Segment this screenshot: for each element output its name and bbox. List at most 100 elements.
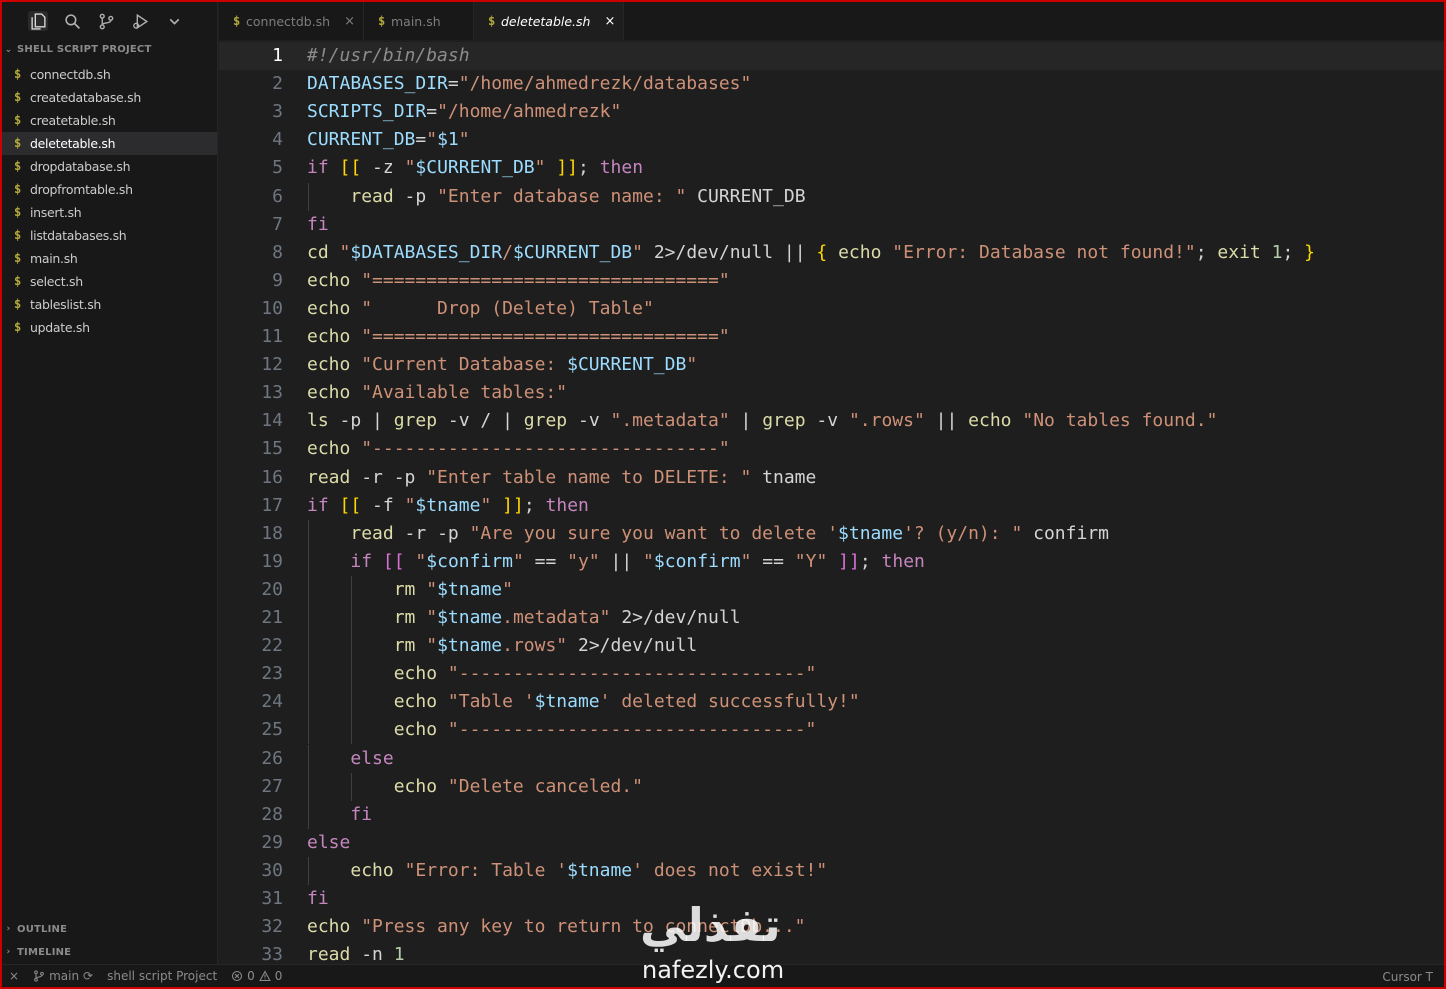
- code-token: "--------------------------------": [447, 719, 817, 741]
- code-token: -v / |: [437, 410, 524, 432]
- code-text: else: [307, 745, 393, 773]
- run-debug-icon[interactable]: [130, 11, 150, 31]
- code-text: echo "================================": [307, 267, 730, 295]
- code-token: -z: [361, 157, 405, 179]
- code-text: rm "$tname.rows" 2>/dev/null: [307, 632, 697, 660]
- tab-deletetable[interactable]: $ deletetable.sh ×: [474, 2, 624, 40]
- code-line: 25 echo "-------------------------------…: [219, 716, 1444, 745]
- code-token: "/home/ahmedrezk": [437, 101, 622, 123]
- code-token: ' deleted successfully!": [599, 691, 860, 713]
- code-token: ": [415, 550, 427, 572]
- chevron-down-icon: ⌄: [4, 45, 13, 55]
- file-item[interactable]: $ dropfromtable.sh: [2, 178, 217, 201]
- code-text: cd "$DATABASES_DIR/$CURRENT_DB" 2>/dev/n…: [307, 239, 1315, 267]
- code-token: echo: [307, 326, 351, 347]
- code-token: ".metadata": [610, 410, 730, 432]
- shell-file-icon: $: [488, 14, 496, 28]
- problems-indicator[interactable]: 0 0: [224, 969, 289, 983]
- shell-file-icon: $: [14, 67, 21, 81]
- file-item[interactable]: $ createdatabase.sh: [2, 86, 217, 109]
- code-token: tname: [751, 466, 817, 488]
- explorer-icon[interactable]: [28, 11, 48, 31]
- outline-section-header[interactable]: › OUTLINE: [2, 918, 217, 941]
- code-token: -r -p: [350, 466, 427, 488]
- code-text: SCRIPTS_DIR="/home/ahmedrezk": [307, 98, 621, 126]
- shell-file-icon: $: [14, 159, 21, 173]
- code-token: |: [729, 410, 763, 432]
- branch-indicator[interactable]: main ⟳: [26, 969, 100, 983]
- remote-indicator[interactable]: ×: [2, 969, 26, 983]
- code-token: $tname: [437, 578, 503, 600]
- code-line: 3 SCRIPTS_DIR="/home/ahmedrezk": [219, 98, 1444, 126]
- cursor-indicator[interactable]: Cursor T: [1375, 965, 1440, 987]
- file-item[interactable]: $ deletetable.sh: [2, 132, 217, 155]
- code-token: ": [643, 550, 654, 572]
- project-indicator[interactable]: shell script Project: [100, 969, 224, 983]
- file-item[interactable]: $ dropdatabase.sh: [2, 155, 217, 178]
- file-item[interactable]: $ main.sh: [2, 247, 217, 270]
- code-text: else: [307, 829, 350, 857]
- code-token: grep: [523, 410, 568, 432]
- close-icon[interactable]: ×: [604, 14, 615, 29]
- code-token: fi: [350, 803, 373, 825]
- code-token: echo: [838, 241, 882, 263]
- chevron-down-icon[interactable]: [164, 11, 184, 31]
- file-name: deletetable.sh: [30, 136, 116, 151]
- code-line: 11 echo "================================…: [219, 323, 1444, 351]
- line-number: 26: [261, 747, 283, 769]
- line-number: 21: [261, 607, 283, 628]
- code-token: ||: [599, 550, 644, 572]
- code-token: ": [512, 550, 524, 572]
- code-text: ls -p | grep -v / | grep -v ".metadata" …: [307, 407, 1217, 435]
- line-number: 30: [261, 859, 283, 881]
- code-text: echo "Table '$tname' deleted successfull…: [307, 688, 860, 716]
- code-token: ": [502, 578, 513, 600]
- code-editor[interactable]: 1 #!/usr/bin/bash 2 DATABASES_DIR="/home/ah…: [219, 40, 1444, 964]
- code-text: read -r -p "Are you sure you want to del…: [307, 520, 1109, 548]
- file-item[interactable]: $ listdatabases.sh: [2, 224, 217, 247]
- close-icon[interactable]: ×: [344, 14, 355, 29]
- shell-file-icon: $: [14, 90, 21, 104]
- file-list: $ connectdb.sh $ createdatabase.sh $ createta…: [2, 63, 217, 339]
- tab-main[interactable]: $ main.sh: [364, 2, 474, 40]
- tab-connectdb[interactable]: $ connectdb.sh ×: [219, 2, 364, 40]
- code-token: ": [534, 157, 546, 179]
- file-item[interactable]: $ insert.sh: [2, 201, 217, 224]
- file-item[interactable]: $ connectdb.sh: [2, 63, 217, 86]
- sidebar: ⌄ SHELL SCRIPT PROJECT $ connectdb.sh $ cre…: [2, 2, 218, 964]
- code-token: -v: [805, 410, 849, 432]
- file-item[interactable]: $ update.sh: [2, 316, 217, 339]
- code-line: 28 fi: [219, 800, 1444, 829]
- sync-icon: ⟳: [83, 969, 94, 983]
- file-item[interactable]: $ createtable.sh: [2, 109, 217, 132]
- explorer-section-header[interactable]: ⌄ SHELL SCRIPT PROJECT: [2, 40, 217, 60]
- code-token: "y": [567, 550, 600, 572]
- code-token: $tname: [534, 691, 600, 713]
- code-line: 8 cd "$DATABASES_DIR/$CURRENT_DB" 2>/dev/…: [219, 239, 1444, 267]
- source-control-icon[interactable]: [96, 11, 116, 31]
- search-icon[interactable]: [62, 11, 82, 31]
- timeline-section-header[interactable]: › TIMELINE: [2, 941, 217, 964]
- file-name: createdatabase.sh: [30, 90, 141, 105]
- file-item[interactable]: $ tableslist.sh: [2, 293, 217, 316]
- file-item[interactable]: $ select.sh: [2, 270, 217, 293]
- code-token: confirm: [1022, 522, 1109, 544]
- code-line: 4 CURRENT_DB="$1": [219, 126, 1444, 154]
- code-line: 26 else: [219, 744, 1444, 773]
- editor-tab-bar: $ connectdb.sh × $ main.sh $ deletetable.sh ×: [219, 2, 1444, 40]
- code-text: rm "$tname": [307, 576, 513, 604]
- window-frame: ⌄ SHELL SCRIPT PROJECT $ connectdb.sh $ cre…: [2, 2, 1444, 987]
- code-token: ;: [1195, 241, 1218, 263]
- code-token: ": [426, 635, 438, 657]
